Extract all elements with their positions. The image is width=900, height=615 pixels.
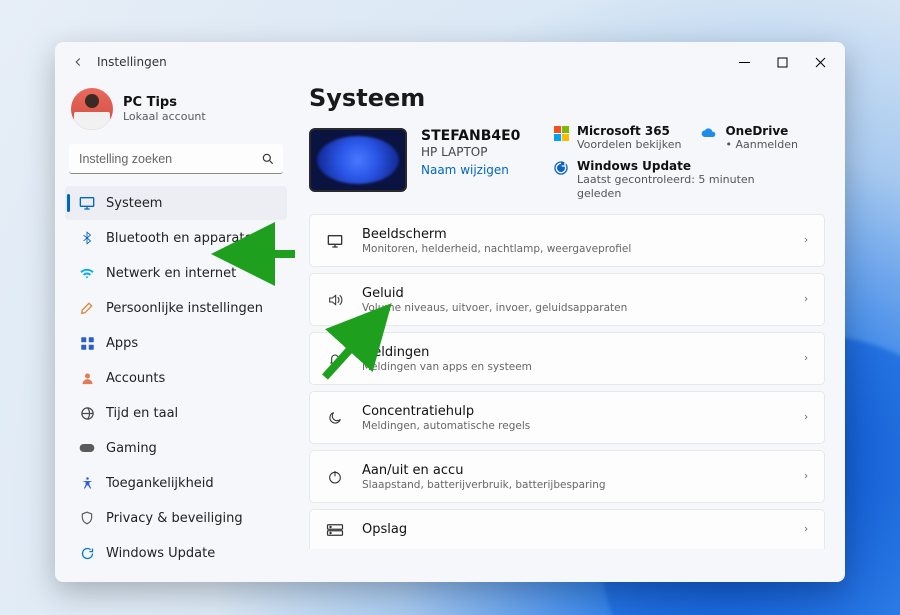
window-title: Instellingen [97,55,167,69]
promo-onedrive-sub: • Aanmelden [725,138,798,151]
display-icon [324,233,346,249]
profile-block[interactable]: PC Tips Lokaal account [65,86,287,144]
display-icon [79,195,95,211]
device-thumbnail [309,128,407,192]
sidebar-item-label: Bluetooth en apparaten [106,231,261,246]
settings-card-beeldscherm[interactable]: BeeldschermMonitoren, helderheid, nachtl… [309,214,825,267]
gamepad-icon [79,440,95,456]
nav-list: Systeem Bluetooth en apparaten Netwerk en … [65,186,287,570]
settings-card-geluid[interactable]: GeluidVolume niveaus, uitvoer, invoer, g… [309,273,825,326]
chevron-right-icon [802,467,810,486]
card-title: Concentratiehulp [362,404,786,419]
profile-account-type: Lokaal account [123,110,206,123]
sidebar-item-label: Gaming [106,441,157,456]
device-model: HP LAPTOP [421,145,520,159]
promo-wu-title: Windows Update [577,159,757,173]
bell-icon [324,350,346,368]
globe-clock-icon [79,405,95,421]
minimize-button[interactable] [725,42,763,82]
device-hero: STEFANB4E0 HP LAPTOP Naam wijzigen Micro… [309,128,825,192]
update-icon [553,160,569,176]
card-desc: Monitoren, helderheid, nachtlamp, weerga… [362,243,786,255]
bluetooth-icon [79,230,95,246]
card-title: Beeldscherm [362,227,786,242]
search-input[interactable] [69,144,283,174]
promo-onedrive-title: OneDrive [725,124,798,138]
card-desc: Meldingen van apps en systeem [362,361,786,373]
sidebar-item-persoonlijke-instellingen[interactable]: Persoonlijke instellingen [65,291,287,325]
promo-windows-update[interactable]: Windows Update Laatst gecontroleerd: 5 m… [553,159,821,202]
promo-m365-title: Microsoft 365 [577,124,681,138]
settings-card-concentratiehulp[interactable]: ConcentratiehulpMeldingen, automatische … [309,391,825,444]
sidebar-item-label: Toegankelijkheid [106,476,214,491]
brush-icon [79,300,95,316]
sidebar-item-windows-update[interactable]: Windows Update [65,536,287,570]
maximize-button[interactable] [763,42,801,82]
settings-card-list: BeeldschermMonitoren, helderheid, nachtl… [309,214,825,549]
settings-card-meldingen[interactable]: MeldingenMeldingen van apps en systeem [309,332,825,385]
promo-m365[interactable]: Microsoft 365 Voordelen bekijken [553,124,681,151]
storage-icon [324,523,346,537]
sound-icon [324,292,346,308]
shield-icon [79,510,95,526]
sidebar-item-label: Apps [106,336,138,351]
sidebar-item-label: Accounts [106,371,165,386]
sidebar-item-bluetooth-en-apparaten[interactable]: Bluetooth en apparaten [65,221,287,255]
apps-icon [79,335,95,351]
rename-link[interactable]: Naam wijzigen [421,163,509,177]
person-icon [79,370,95,386]
sidebar-item-privacy-beveiliging[interactable]: Privacy & beveiliging [65,501,287,535]
titlebar: Instellingen [55,42,845,82]
card-title: Aan/uit en accu [362,463,786,478]
sidebar-item-label: Windows Update [106,546,215,561]
sidebar-item-accounts[interactable]: Accounts [65,361,287,395]
sidebar-item-label: Privacy & beveiliging [106,511,243,526]
card-title: Opslag [362,522,786,537]
chevron-right-icon [802,231,810,250]
promo-m365-sub: Voordelen bekijken [577,138,681,151]
sidebar-item-label: Persoonlijke instellingen [106,301,263,316]
sidebar-item-systeem[interactable]: Systeem [65,186,287,220]
device-name: STEFANB4E0 [421,128,520,144]
avatar [71,88,113,130]
cloud-icon [701,125,717,141]
settings-window: Instellingen PC Tips Lokaal account Sy [55,42,845,582]
card-desc: Slaapstand, batterijverbruik, batterijbe… [362,479,786,491]
chevron-right-icon [802,290,810,309]
close-button[interactable] [801,42,839,82]
sidebar-item-apps[interactable]: Apps [65,326,287,360]
sidebar-item-toegankelijkheid[interactable]: Toegankelijkheid [65,466,287,500]
search-icon [261,151,275,170]
settings-card-opslag[interactable]: Opslag [309,509,825,549]
promo-onedrive[interactable]: OneDrive • Aanmelden [701,124,798,151]
chevron-right-icon [802,349,810,368]
sidebar-item-label: Netwerk en internet [106,266,236,281]
chevron-right-icon [802,520,810,539]
sidebar-item-tijd-en-taal[interactable]: Tijd en taal [65,396,287,430]
power-icon [324,469,346,485]
wifi-icon [79,265,95,281]
profile-name: PC Tips [123,95,206,110]
back-button[interactable] [65,49,91,75]
chevron-right-icon [802,408,810,427]
settings-card-aan-uit-en-accu[interactable]: Aan/uit en accuSlaapstand, batterijverbr… [309,450,825,503]
microsoft-logo-icon [553,125,569,141]
sidebar-item-gaming[interactable]: Gaming [65,431,287,465]
sidebar-item-label: Systeem [106,196,162,211]
main-panel: Systeem STEFANB4E0 HP LAPTOP Naam wijzig… [297,82,845,582]
card-desc: Volume niveaus, uitvoer, invoer, geluids… [362,302,786,314]
sidebar: PC Tips Lokaal account Systeem Bluetooth … [55,82,297,582]
promo-wu-sub: Laatst gecontroleerd: 5 minuten geleden [577,173,757,202]
card-title: Geluid [362,286,786,301]
card-title: Meldingen [362,345,786,360]
card-desc: Meldingen, automatische regels [362,420,786,432]
sidebar-item-netwerk-en-internet[interactable]: Netwerk en internet [65,256,287,290]
accessibility-icon [79,475,95,491]
page-title: Systeem [309,84,825,112]
sidebar-item-label: Tijd en taal [106,406,178,421]
moon-icon [324,410,346,426]
update-icon [79,545,95,561]
